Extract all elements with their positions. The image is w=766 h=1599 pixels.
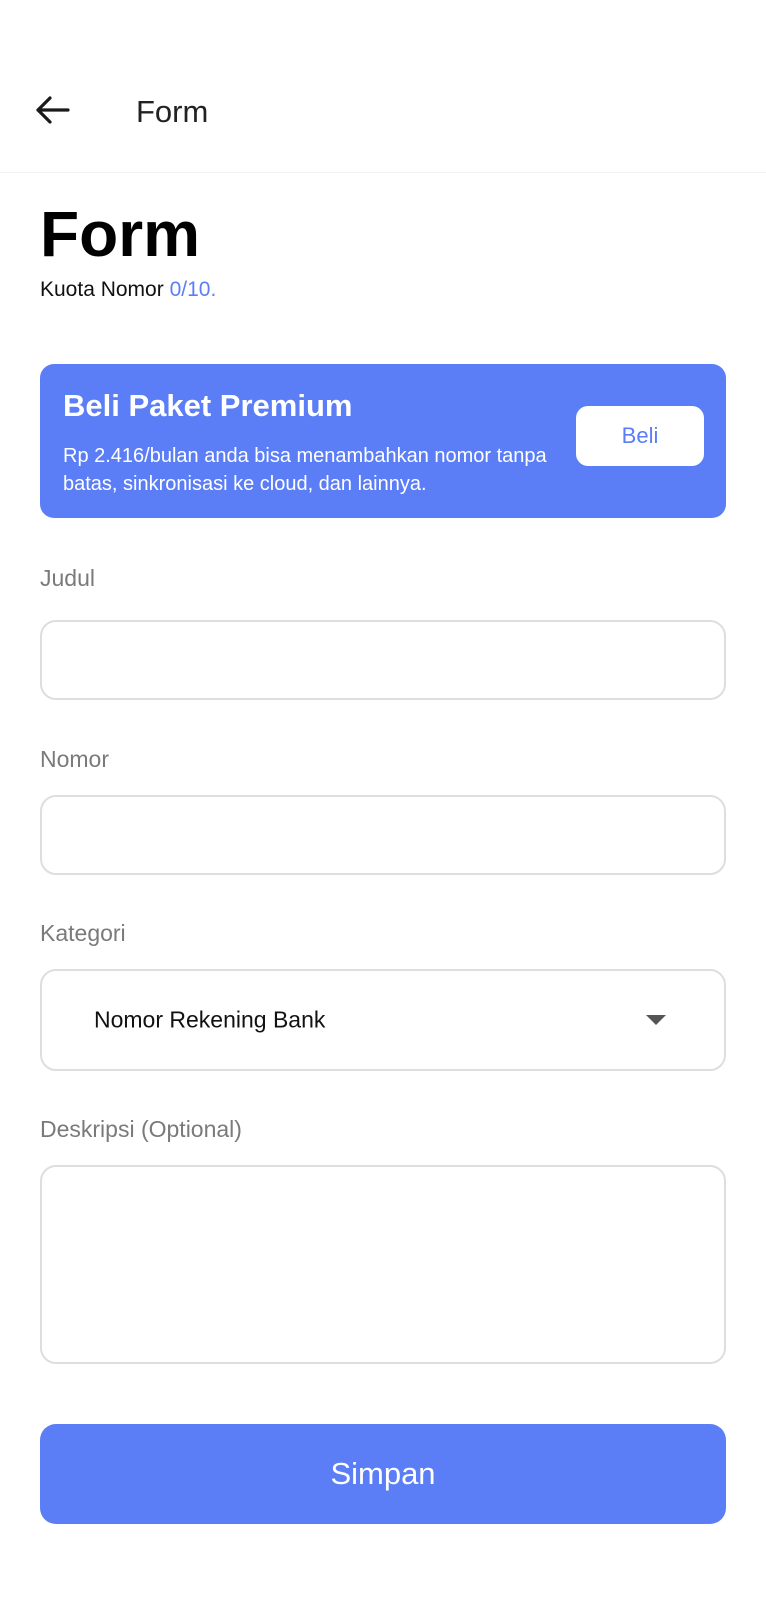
quota-info: Kuota Nomor 0/10. [40, 276, 216, 304]
nomor-input[interactable] [40, 795, 726, 875]
premium-title: Beli Paket Premium [63, 388, 353, 423]
kategori-label: Kategori [40, 920, 126, 946]
judul-input[interactable] [40, 620, 726, 700]
premium-description: Rp 2.416/bulan anda bisa menambahkan nom… [63, 445, 547, 495]
deskripsi-label: Deskripsi (Optional) [40, 1116, 242, 1142]
buy-button[interactable]: Beli [576, 406, 704, 466]
quota-label: Kuota Nomor [40, 278, 164, 301]
app-bar: Form [0, 0, 766, 173]
caret-down-icon [646, 1015, 666, 1025]
deskripsi-textarea[interactable] [40, 1165, 726, 1364]
app-bar-title: Form [136, 94, 209, 129]
quota-value: 0/10. [169, 278, 217, 301]
back-button[interactable] [28, 86, 76, 134]
nomor-label: Nomor [40, 746, 110, 772]
premium-banner: Beli Paket Premium Rp 2.416/bulan anda b… [40, 364, 726, 518]
arrow-left-icon [36, 96, 70, 124]
save-button[interactable]: Simpan [40, 1424, 726, 1524]
kategori-selected-value: Nomor Rekening Bank [94, 1006, 326, 1033]
page-title: Form [40, 198, 200, 270]
judul-label: Judul [40, 565, 95, 591]
kategori-select[interactable]: Nomor Rekening Bank [40, 969, 726, 1071]
